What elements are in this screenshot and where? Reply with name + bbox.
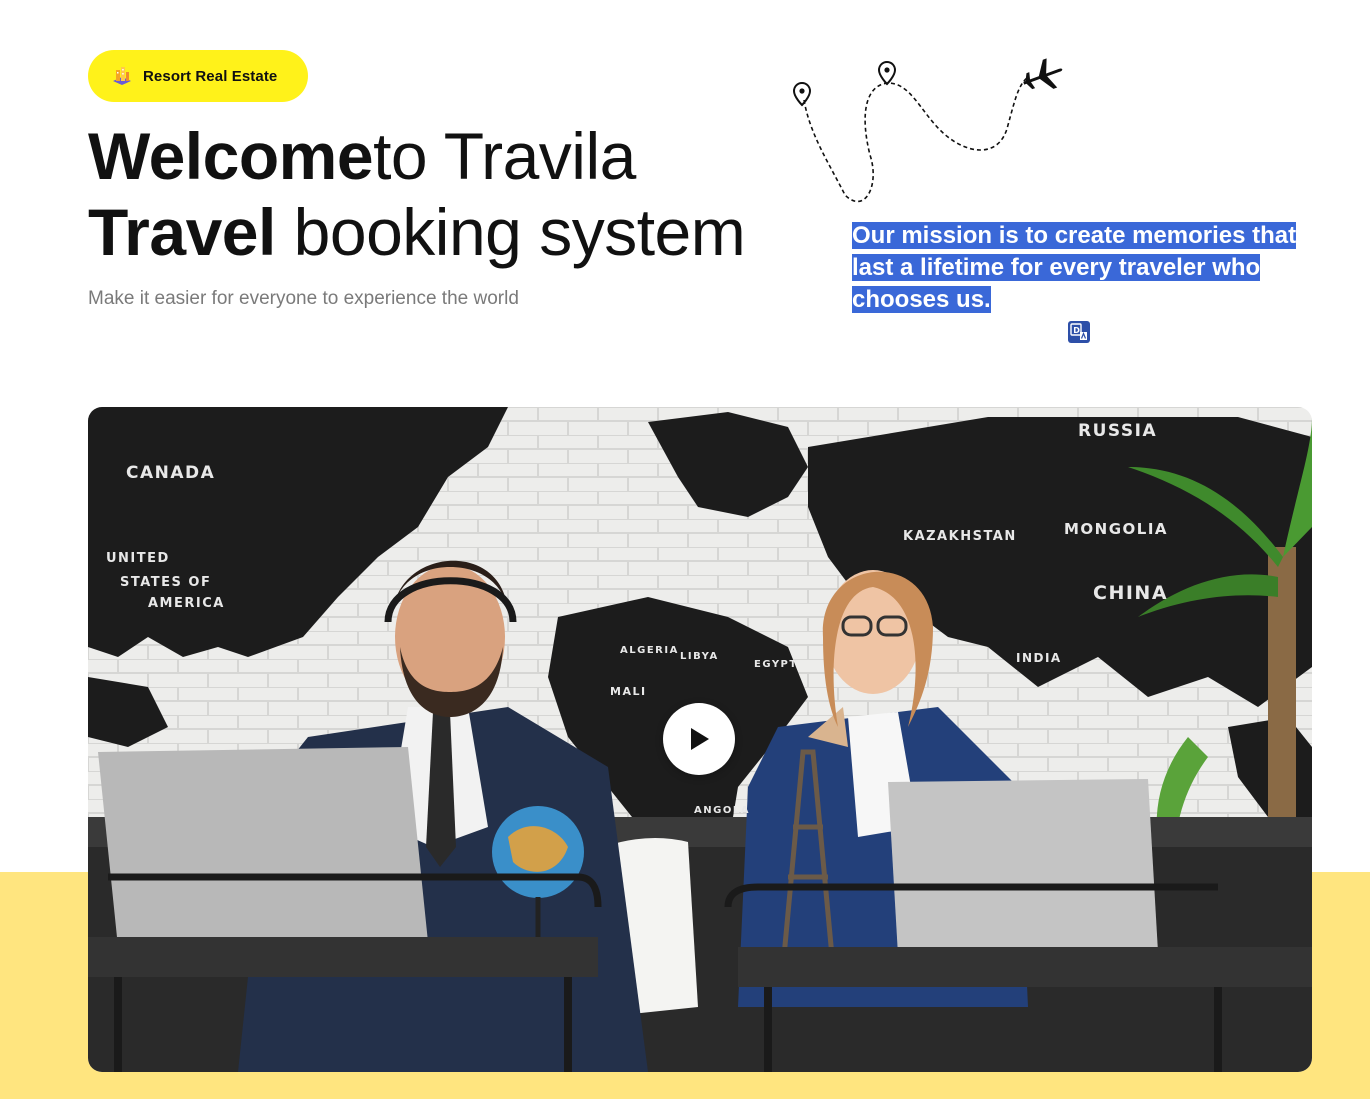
mission-text: Our mission is to create memories that l… [852, 222, 1297, 313]
map-label-usa-3: AMERICA [148, 596, 225, 611]
map-label-egypt: EGYPT [754, 659, 798, 670]
svg-text:D: D [1073, 326, 1080, 335]
title-rest-2: booking system [275, 195, 746, 269]
title-bold-welcome: Welcome [88, 119, 374, 193]
map-label-canada: CANADA [126, 463, 216, 483]
flight-route-illustration [792, 58, 1063, 203]
map-label-libya: LIBYA [680, 651, 719, 662]
play-button[interactable] [663, 703, 735, 775]
mission-statement: Our mission is to create memories that l… [852, 220, 1322, 316]
map-label-angola: ANGOLA [694, 805, 750, 816]
title-line-2: Travel booking system [88, 194, 746, 270]
badge-label: Resort Real Estate [143, 67, 278, 85]
map-label-usa-2: STATES OF [120, 575, 212, 590]
map-label-mongolia: MONGOLIA [1064, 520, 1169, 538]
map-label-china: CHINA [1093, 582, 1169, 604]
location-pin-icon [792, 81, 812, 107]
category-badge[interactable]: Resort Real Estate [88, 50, 308, 102]
map-label-usa-1: UNITED [106, 551, 170, 566]
building-icon [110, 64, 134, 88]
video-card[interactable]: CANADA UNITED STATES OF AMERICA RUSSIA K… [88, 407, 1312, 1072]
page-title: Welcometo Travila Travel booking system [88, 118, 746, 270]
play-icon [691, 728, 709, 750]
translate-icon[interactable]: D [1068, 321, 1090, 343]
map-label-algeria: ALGERIA [620, 645, 679, 656]
title-line-1: Welcometo Travila [88, 118, 745, 194]
hero-subtitle: Make it easier for everyone to experienc… [88, 288, 519, 309]
map-label-russia: RUSSIA [1078, 421, 1158, 441]
map-label-kazakhstan: KAZAKHSTAN [903, 529, 1017, 544]
location-pin-icon [877, 60, 897, 86]
map-label-india: INDIA [1016, 651, 1062, 665]
map-label-mali: MALI [610, 685, 647, 698]
title-bold-travel: Travel [88, 195, 276, 269]
airplane-icon [1023, 58, 1063, 90]
title-rest-1: to Travila [373, 119, 636, 193]
